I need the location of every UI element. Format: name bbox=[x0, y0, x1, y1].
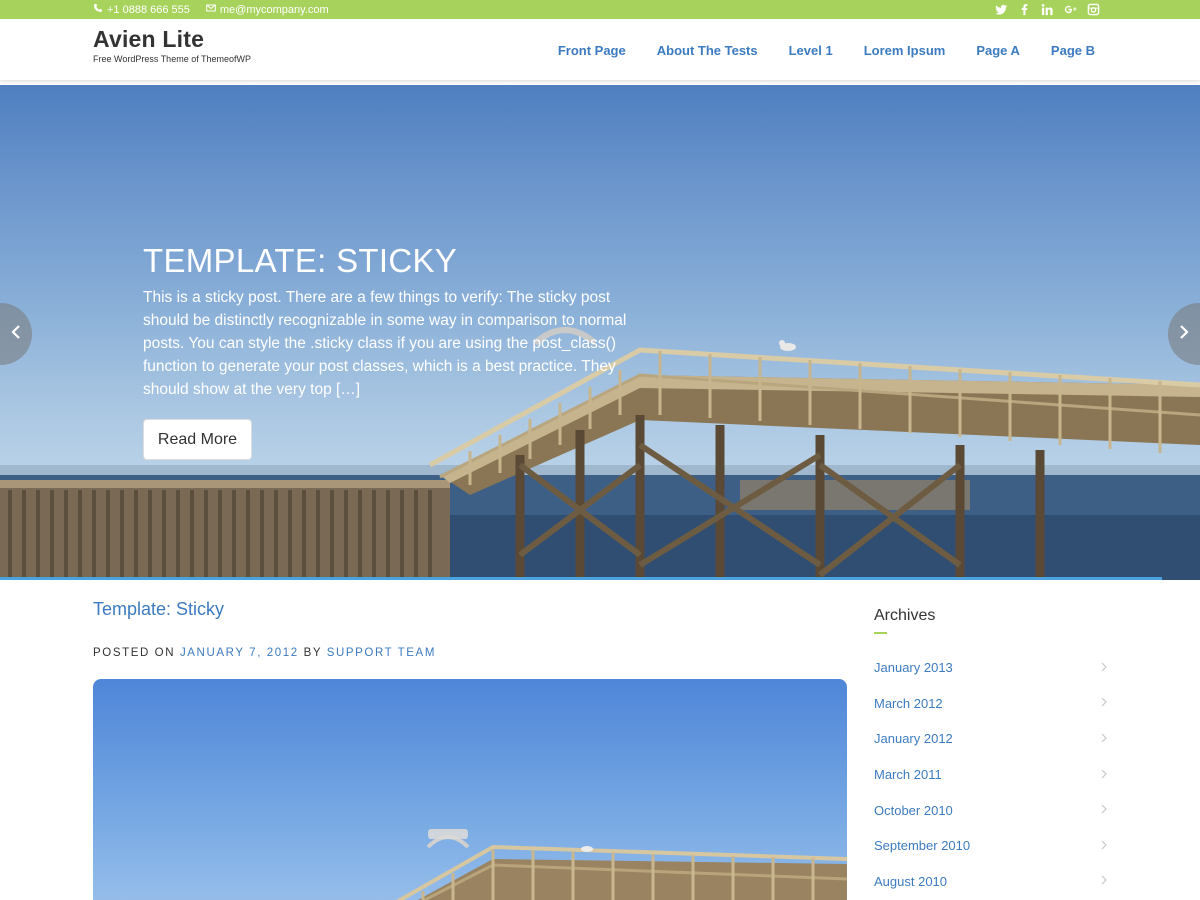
nav-item-page-b[interactable]: Page B bbox=[1051, 43, 1095, 58]
nav-item-page-a[interactable]: Page A bbox=[976, 43, 1020, 58]
archive-item[interactable]: January 2012 bbox=[874, 721, 1110, 757]
posted-on-label: POSTED ON bbox=[93, 647, 176, 659]
envelope-icon bbox=[206, 3, 216, 16]
slide-title[interactable]: TEMPLATE: STICKY bbox=[143, 242, 643, 280]
site-logo[interactable]: Avien Lite Free WordPress Theme of Theme… bbox=[93, 26, 251, 64]
nav-item-about-the-tests[interactable]: About The Tests bbox=[657, 43, 758, 58]
archive-item-label[interactable]: August 2010 bbox=[874, 874, 947, 889]
contact-info: +1 0888 666 555 me@mycompany.com bbox=[93, 0, 329, 19]
social-links bbox=[995, 0, 1100, 19]
facebook-icon[interactable] bbox=[1018, 3, 1031, 16]
chevron-right-icon bbox=[1101, 837, 1110, 855]
widget-title-underline bbox=[874, 632, 887, 634]
archive-item-label[interactable]: January 2012 bbox=[874, 731, 953, 746]
chevron-right-icon bbox=[1101, 801, 1110, 819]
archive-item[interactable]: March 2012 bbox=[874, 686, 1110, 722]
archive-item[interactable]: October 2010 bbox=[874, 792, 1110, 828]
read-more-button[interactable]: Read More bbox=[143, 419, 252, 460]
chevron-right-icon bbox=[1101, 694, 1110, 712]
archive-item[interactable]: August 2010 bbox=[874, 864, 1110, 900]
post-author-link[interactable]: SUPPORT TEAM bbox=[327, 647, 436, 659]
top-bar: +1 0888 666 555 me@mycompany.com bbox=[0, 0, 1200, 19]
phone-number: +1 0888 666 555 bbox=[107, 3, 190, 16]
post-title[interactable]: Template: Sticky bbox=[93, 599, 224, 620]
chevron-right-icon bbox=[1101, 730, 1110, 748]
boardwalk-thumbnail bbox=[395, 829, 847, 900]
post-date-link[interactable]: JANUARY 7, 2012 bbox=[180, 647, 299, 659]
archive-item-label[interactable]: March 2012 bbox=[874, 696, 943, 711]
sidebar: Archives January 2013 March 2012 January… bbox=[874, 607, 1110, 899]
nav-item-level-1[interactable]: Level 1 bbox=[789, 43, 833, 58]
site-header: Avien Lite Free WordPress Theme of Theme… bbox=[0, 19, 1200, 81]
by-label: BY bbox=[303, 647, 322, 659]
archive-item-label[interactable]: October 2010 bbox=[874, 803, 953, 818]
site-tagline: Free WordPress Theme of ThemeofWP bbox=[93, 54, 252, 64]
archives-list: January 2013 March 2012 January 2012 Mar… bbox=[874, 650, 1110, 899]
site-title[interactable]: Avien Lite bbox=[93, 26, 251, 53]
linkedin-icon[interactable] bbox=[1041, 3, 1054, 16]
email-contact[interactable]: me@mycompany.com bbox=[206, 3, 329, 16]
archive-item[interactable]: March 2011 bbox=[874, 757, 1110, 793]
chevron-right-icon bbox=[1178, 324, 1190, 345]
instagram-icon[interactable] bbox=[1087, 3, 1100, 16]
slide-caption: TEMPLATE: STICKY This is a sticky post. … bbox=[143, 242, 643, 401]
nav-item-lorem-ipsum[interactable]: Lorem Ipsum bbox=[864, 43, 946, 58]
main-navigation: Front Page About The Tests Level 1 Lorem… bbox=[558, 19, 1095, 81]
slide-excerpt: This is a sticky post. There are a few t… bbox=[143, 289, 627, 398]
archives-widget-title: Archives bbox=[874, 607, 936, 624]
google-plus-icon[interactable] bbox=[1064, 3, 1077, 16]
post-featured-image[interactable] bbox=[93, 679, 847, 900]
post-meta: POSTED ON JANUARY 7, 2012 BY SUPPORT TEA… bbox=[93, 647, 436, 659]
phone-contact: +1 0888 666 555 bbox=[93, 3, 190, 16]
archive-item-label[interactable]: March 2011 bbox=[874, 767, 942, 782]
archive-item-label[interactable]: September 2010 bbox=[874, 838, 970, 853]
chevron-right-icon bbox=[1101, 659, 1110, 677]
email-address[interactable]: me@mycompany.com bbox=[220, 4, 329, 16]
chevron-left-icon bbox=[10, 324, 22, 345]
slider-progress-bar bbox=[0, 577, 1162, 580]
archive-item-label[interactable]: January 2013 bbox=[874, 660, 953, 675]
phone-icon bbox=[93, 3, 103, 16]
archive-item[interactable]: September 2010 bbox=[874, 828, 1110, 864]
hero-slider: TEMPLATE: STICKY This is a sticky post. … bbox=[0, 85, 1200, 580]
chevron-right-icon bbox=[1101, 872, 1110, 890]
nav-item-front-page[interactable]: Front Page bbox=[558, 43, 626, 58]
twitter-icon[interactable] bbox=[995, 3, 1008, 16]
archive-item[interactable]: January 2013 bbox=[874, 650, 1110, 686]
chevron-right-icon bbox=[1101, 766, 1110, 784]
